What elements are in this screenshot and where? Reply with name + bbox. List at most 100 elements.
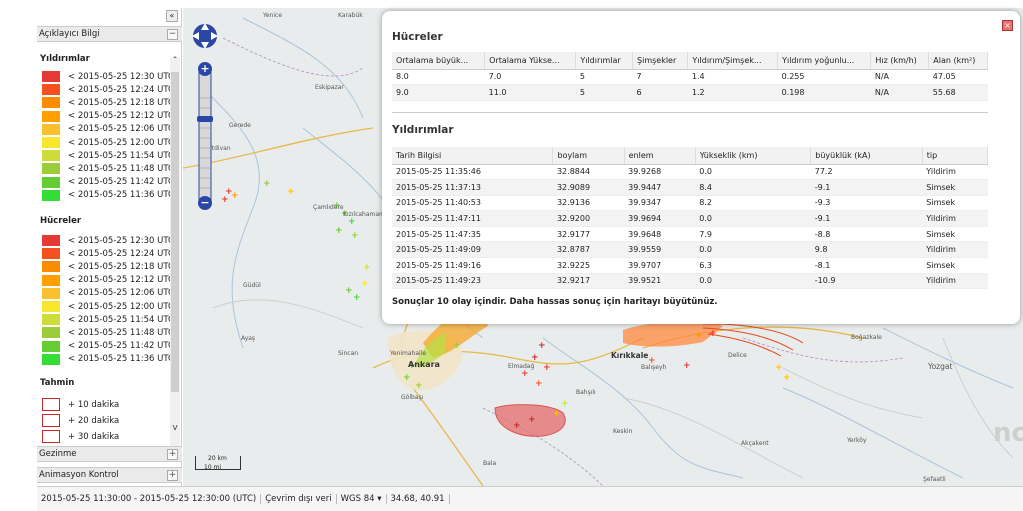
table-cell: 39.9559 xyxy=(624,241,696,259)
table-cell: 32.9200 xyxy=(552,210,625,227)
map-watermark: no xyxy=(993,418,1023,448)
column-header[interactable]: Yıldırımlar xyxy=(575,52,634,70)
place-label: Balışeyh xyxy=(641,364,667,371)
place-label: Akçakent xyxy=(741,440,769,447)
lightning-table: Tarih Bilgisi boylam enlem Yükseklik (km) bü… xyxy=(392,147,989,290)
table-row[interactable]: 2015-05-25 11:47:35 32.9177 39.9648 7.9 -8.8… xyxy=(392,226,988,243)
legend-label: < 2015-05-25 11:54 UTC xyxy=(68,314,174,325)
projection-select[interactable]: WGS 84 ▾ xyxy=(337,494,387,504)
info-popup: × Hücreler Ortalama büyük... Ortalama Yük… xyxy=(382,11,1020,324)
table-cell: 5 xyxy=(575,69,633,86)
collapse-panel-button[interactable]: « xyxy=(166,10,178,22)
table-cell: -8.1 xyxy=(810,257,923,274)
svg-text:+: + xyxy=(535,379,543,389)
legend-swatch xyxy=(42,97,60,109)
results-note: Sonuçlar 10 olay içindir. Daha hassas so… xyxy=(392,297,718,307)
svg-text:+: + xyxy=(231,191,239,201)
place-label-kirikkale: Kırıkkale xyxy=(611,351,649,360)
column-header[interactable]: Yıldırım/Şimşek... xyxy=(687,52,779,70)
legend-swatch xyxy=(42,163,60,175)
svg-text:+: + xyxy=(453,341,461,351)
svg-text:+: + xyxy=(561,399,569,409)
map-scale-bar: 20 km 10 mi xyxy=(195,455,241,471)
legend-label: < 2015-05-25 12:30 UTC xyxy=(68,71,174,82)
table-cell: 2015-05-25 11:49:09 xyxy=(392,241,553,259)
cells-legend-item: < 2015-05-25 11:48 UTC xyxy=(42,326,174,339)
legend-swatch xyxy=(42,123,60,135)
forecast-swatch xyxy=(42,398,60,411)
scroll-down-icon[interactable]: v xyxy=(170,423,180,433)
column-header[interactable]: boylam xyxy=(552,147,625,165)
svg-text:+: + xyxy=(345,286,353,296)
table-cell: 2015-05-25 11:35:46 xyxy=(392,164,553,181)
column-header[interactable]: Ortalama büyük... xyxy=(392,52,486,70)
svg-text:+: + xyxy=(783,373,791,383)
table-row[interactable]: 8.0 7.0 5 7 1.4 0.255 N/A 47.05 xyxy=(392,69,988,86)
zoom-in-button[interactable]: + xyxy=(198,62,212,76)
place-label: Kızılcahamam xyxy=(343,211,385,218)
table-row[interactable]: 2015-05-25 11:47:11 32.9200 39.9694 0.0 -9.1… xyxy=(392,210,988,227)
legend-collapse-button[interactable]: − xyxy=(167,29,178,40)
table-cell: 2015-05-25 11:47:11 xyxy=(392,210,553,227)
column-header[interactable]: Ortalama Yükse... xyxy=(484,52,577,70)
legend-swatch xyxy=(42,248,60,260)
table-row[interactable]: 2015-05-25 11:49:16 32.9225 39.9707 6.3 -8.1… xyxy=(392,257,988,274)
place-label: Yerköy xyxy=(847,437,867,444)
column-header[interactable]: Tarih Bilgisi xyxy=(392,147,554,165)
column-header[interactable]: tip xyxy=(922,147,989,165)
table-cell: 1.4 xyxy=(687,69,778,86)
legend-label: < 2015-05-25 11:48 UTC xyxy=(68,163,174,174)
table-cell: N/A xyxy=(870,69,929,86)
svg-text:+: + xyxy=(363,263,371,273)
table-row[interactable]: 2015-05-25 11:40:53 32.9136 39.9347 8.2 -9.3… xyxy=(392,195,988,212)
column-header[interactable]: enlem xyxy=(624,147,696,165)
animasyon-expand-button[interactable]: + xyxy=(167,470,178,481)
legend-label: < 2015-05-25 11:42 UTC xyxy=(68,177,174,188)
pan-compass-icon[interactable] xyxy=(191,18,221,218)
table-row[interactable]: 2015-05-25 11:49:09 32.8787 39.9559 0.0 9.8 Y… xyxy=(392,241,988,259)
table-cell: 32.9225 xyxy=(552,257,625,274)
forecast-label: + 30 dakika xyxy=(68,431,120,442)
column-header[interactable]: büyüklük (kA) xyxy=(810,147,923,165)
legend-scrollbar[interactable] xyxy=(170,58,180,446)
place-label: Karabük xyxy=(338,12,363,19)
cells-legend-item: < 2015-05-25 11:36 UTC xyxy=(42,353,174,366)
gezinme-expand-button[interactable]: + xyxy=(167,449,178,460)
column-header[interactable]: Alan (km²) xyxy=(928,52,988,70)
table-row[interactable]: 2015-05-25 11:35:46 32.8844 39.9268 0.0 77.2… xyxy=(392,164,988,181)
map-nav-control: + − xyxy=(192,18,218,214)
place-label-ankara: Ankara xyxy=(408,360,440,369)
cells-table: Ortalama büyük... Ortalama Yükse... Yıldır… xyxy=(392,52,988,101)
scrollbar-thumb[interactable] xyxy=(171,72,179,392)
table-cell: 55.68 xyxy=(928,84,988,101)
place-label: Delice xyxy=(728,352,747,359)
column-header[interactable]: Şimşekler xyxy=(632,52,689,70)
table-cell: 2015-05-25 11:49:23 xyxy=(392,273,553,290)
svg-text:+: + xyxy=(221,195,229,205)
place-label: Eskipazar xyxy=(315,84,344,91)
animasyon-header[interactable]: Animasyon Kontrol + xyxy=(37,467,182,483)
place-label: Gölbaşı xyxy=(401,394,424,401)
gezinme-header[interactable]: Gezinme + xyxy=(37,446,182,462)
table-cell: 6.3 xyxy=(695,257,811,274)
table-row[interactable]: 9.0 11.0 5 6 1.2 0.198 N/A 55.68 xyxy=(392,84,988,101)
legend-label: < 2015-05-25 11:36 UTC xyxy=(68,354,174,365)
table-cell: 11.0 xyxy=(484,84,576,101)
lightning-table-body: 2015-05-25 11:35:46 32.8844 39.9268 0.0 77.2… xyxy=(392,164,988,290)
legend-header[interactable]: Açıklayıcı Bilgi − xyxy=(37,26,182,42)
chevron-down-icon: ▾ xyxy=(377,494,382,504)
column-header[interactable]: Yükseklik (km) xyxy=(695,147,812,165)
table-row[interactable]: 2015-05-25 11:37:13 32.9089 39.9447 8.4 -9.1… xyxy=(392,179,988,196)
cells-legend-item: < 2015-05-25 12:12 UTC xyxy=(42,274,174,287)
place-label: Şefaatli xyxy=(923,476,946,483)
table-row[interactable]: 2015-05-25 11:49:23 32.9217 39.9521 0.0 -10.… xyxy=(392,273,988,290)
column-header[interactable]: Yıldırım yoğunlu... xyxy=(777,52,872,70)
column-header[interactable]: Hız (km/h) xyxy=(870,52,930,70)
cells-legend-item: < 2015-05-25 12:18 UTC xyxy=(42,260,174,273)
svg-text:+: + xyxy=(538,341,546,351)
legend-swatch xyxy=(42,340,60,352)
lightning-legend-item: < 2015-05-25 11:54 UTC xyxy=(42,149,174,162)
legend-label: < 2015-05-25 12:24 UTC xyxy=(68,248,174,259)
zoom-out-button[interactable]: − xyxy=(198,196,212,210)
close-popup-icon[interactable]: × xyxy=(1002,20,1013,31)
